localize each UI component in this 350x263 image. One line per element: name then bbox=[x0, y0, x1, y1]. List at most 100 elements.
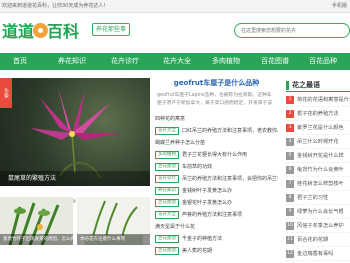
list-item[interactable]: 花卉大全 芦荟的养殖方法和注意事项 bbox=[155, 210, 278, 220]
nav-item[interactable]: 百花品种 bbox=[303, 53, 343, 70]
rank-number: 7 bbox=[286, 180, 294, 188]
article-title[interactable]: 美人蕉的花期 bbox=[182, 248, 212, 254]
list-item[interactable]: 蝴蝶兰养种子怎么分苗 bbox=[155, 138, 278, 148]
ranked-article-title[interactable]: 君子兰的习性 bbox=[297, 195, 328, 201]
logo-text-1: 道道 bbox=[2, 22, 35, 41]
flower-icon bbox=[33, 23, 49, 38]
list-item[interactable]: 7 桂花树怎么修剪枝叶 bbox=[286, 178, 350, 191]
list-item[interactable]: 6 龟背竹为什么会黄叶 bbox=[286, 164, 350, 177]
headline-link[interactable]: geofrut车厘子是什么品种 bbox=[155, 78, 278, 88]
article-title[interactable]: 千金子的种植方法 bbox=[182, 236, 222, 242]
ranked-article-title[interactable]: 金边瑞香有毒吗 bbox=[297, 251, 333, 257]
rank-number: 5 bbox=[286, 152, 294, 160]
ranked-article-title[interactable]: 龟背竹为什么会黄叶 bbox=[297, 167, 344, 173]
category-tag[interactable]: 百花图谱 bbox=[155, 247, 179, 255]
article-title[interactable]: 四种花的寓意 bbox=[155, 116, 185, 122]
mobile-link[interactable]: 手机版 bbox=[332, 0, 347, 13]
header: 道道 百科 养花那些事 bbox=[0, 13, 350, 53]
nav-item[interactable]: 养花知识 bbox=[52, 53, 92, 70]
list-item[interactable]: 百花图谱 车前草的功效 bbox=[155, 162, 278, 172]
header-accent bbox=[286, 81, 289, 90]
ranked-article-title[interactable]: 紫罗兰花是什么颜色 bbox=[297, 125, 344, 131]
search-input[interactable] bbox=[241, 26, 341, 36]
list-item[interactable]: 2 栀子花的养殖方法 bbox=[286, 108, 350, 121]
ranked-article-title[interactable]: 吊兰什么时候开花 bbox=[297, 139, 339, 145]
ranked-article-title[interactable]: 金钱树开花是什么样 bbox=[297, 153, 344, 159]
nav-item[interactable]: 花卉诊疗 bbox=[105, 53, 145, 70]
logo-text: 道道 百科 bbox=[2, 19, 79, 45]
rank-number: 2 bbox=[286, 110, 294, 118]
ranked-article-title[interactable]: 桂花树怎么修剪枝叶 bbox=[297, 181, 344, 187]
carousel-dots[interactable] bbox=[60, 188, 90, 203]
rank-number: 6 bbox=[286, 166, 294, 174]
ranked-article-title[interactable]: 绿萝为什么会长气根 bbox=[297, 209, 344, 215]
article-title[interactable]: 芦荟的养殖方法和注意事项 bbox=[182, 212, 242, 218]
list-item[interactable]: 3 紫罗兰花是什么颜色 bbox=[286, 122, 350, 135]
sidebar-title: 花之最语 bbox=[292, 81, 320, 89]
featured-banner[interactable]: 鼠尾草的繁殖方法 bbox=[0, 78, 150, 186]
list-item[interactable]: 10 风信子冬季怎么养护 bbox=[286, 220, 350, 233]
category-tag[interactable]: 百花图谱 bbox=[155, 235, 179, 243]
ranked-article-title[interactable]: 荷花的花语和寓意是什么 bbox=[297, 97, 350, 103]
flower-photo bbox=[30, 88, 120, 179]
welcome-text: 欢迎来到道道花百科，让你30天成为养花达人！ bbox=[2, 3, 109, 9]
thumb-caption: 富贵竹叶子出现发黄的原因，怎么养护？ bbox=[0, 234, 73, 245]
category-tag[interactable]: 百花图谱 bbox=[155, 163, 179, 171]
list-item[interactable]: 养花知识 金钱树叶子发黄怎么办 bbox=[155, 186, 278, 196]
main-nav: 首页 养花知识 花卉诊疗 花卉大全 多肉植物 百花图谱 百花品种 bbox=[0, 53, 350, 70]
list-item[interactable]: 4 吊兰什么时候开花 bbox=[286, 136, 350, 149]
category-tag[interactable]: 花卉诊疗 bbox=[155, 175, 179, 183]
list-item[interactable]: 花卉诊疗 吊兰的养殖方法和注意事项，会把你的吊兰花 bbox=[155, 174, 278, 184]
list-item[interactable]: 百花图谱 金银花叶子发黄怎么办 bbox=[155, 198, 278, 208]
search-box[interactable] bbox=[234, 23, 350, 38]
rank-number: 11 bbox=[286, 236, 294, 244]
article-title[interactable]: 金钱树叶子发黄怎么办 bbox=[182, 188, 232, 194]
rank-number: 4 bbox=[286, 138, 294, 146]
list-item[interactable]: 9 绿萝为什么会长气根 bbox=[286, 206, 350, 219]
article-title[interactable]: 车前草的功效 bbox=[182, 164, 212, 170]
rank-number: 3 bbox=[286, 124, 294, 132]
list-item[interactable]: 百花图谱 美人蕉的花期 bbox=[155, 246, 278, 256]
list-item[interactable]: 12 金边瑞香有毒吗 bbox=[286, 248, 350, 261]
list-item[interactable]: 四种花的寓意 bbox=[155, 114, 278, 124]
headline-summary: geofrut车厘子Lapins品种，也被称为拉宾斯。这种车厘子原产于新加拿大，… bbox=[157, 93, 273, 106]
category-tag[interactable]: 花卉大全 bbox=[155, 211, 179, 219]
list-item[interactable]: 多肉植物 君子兰花梗长得大有什么作用 bbox=[155, 150, 278, 160]
list-item[interactable]: 1 荷花的花语和寓意是什么 bbox=[286, 94, 350, 107]
nav-item[interactable]: 花卉大全 bbox=[157, 53, 197, 70]
ranked-article-title[interactable]: 栀子花的养殖方法 bbox=[297, 111, 339, 117]
list-item[interactable]: 花卉大全 口红吊兰的养殖方法和注意事项，老农教你八 bbox=[155, 126, 278, 136]
list-item[interactable]: 5 金钱树开花是什么样 bbox=[286, 150, 350, 163]
ranked-article-title[interactable]: 风信子冬季怎么养护 bbox=[297, 223, 344, 229]
list-item[interactable]: 满天星属于什么花 bbox=[155, 222, 278, 232]
rank-number: 8 bbox=[286, 194, 294, 202]
article-title[interactable]: 君子兰花梗长得大有什么作用 bbox=[182, 152, 247, 158]
article-title[interactable]: 口红吊兰的养殖方法和注意事项，老农教你八 bbox=[182, 128, 278, 134]
top-bar: 欢迎来到道道花百科，让你30天成为养花达人！ 手机版 bbox=[0, 0, 350, 13]
category-tag[interactable]: 养花知识 bbox=[155, 187, 179, 195]
thumb-card[interactable]: 水培花卉注意什么事项 bbox=[77, 197, 150, 245]
nav-item[interactable]: 首页 bbox=[0, 53, 40, 70]
site-logo[interactable]: 道道 百科 bbox=[2, 19, 90, 45]
article-title[interactable]: 满天星属于什么花 bbox=[155, 224, 195, 230]
banner-caption: 鼠尾草的繁殖方法 bbox=[0, 171, 150, 186]
slogan-badge: 养花那些事 bbox=[92, 23, 130, 36]
logo-text-2: 百科 bbox=[47, 22, 80, 41]
list-item[interactable]: 8 君子兰的习性 bbox=[286, 192, 350, 205]
ranked-article-title[interactable]: 百合花的花期 bbox=[297, 237, 328, 243]
nav-item[interactable]: 多肉植物 bbox=[206, 53, 246, 70]
nav-item[interactable]: 百花图谱 bbox=[255, 53, 295, 70]
category-tag[interactable]: 百花图谱 bbox=[155, 199, 179, 207]
category-tag[interactable]: 多肉植物 bbox=[155, 151, 179, 159]
list-item[interactable]: 11 百合花的花期 bbox=[286, 234, 350, 247]
rank-number: 10 bbox=[286, 222, 294, 230]
article-title[interactable]: 吊兰的养殖方法和注意事项，会把你的吊兰花 bbox=[182, 176, 278, 182]
thumb-card[interactable]: 富贵竹叶子出现发黄的原因，怎么养护？ bbox=[0, 197, 73, 245]
category-tag[interactable]: 花卉大全 bbox=[155, 127, 179, 135]
rank-number: 9 bbox=[286, 208, 294, 216]
headline-corner-label: 头条 bbox=[0, 78, 12, 108]
article-title[interactable]: 金银花叶子发黄怎么办 bbox=[182, 200, 232, 206]
rank-number: 12 bbox=[286, 250, 294, 258]
list-item[interactable]: 百花图谱 千金子的种植方法 bbox=[155, 234, 278, 244]
article-title[interactable]: 蝴蝶兰养种子怎么分苗 bbox=[155, 140, 205, 146]
